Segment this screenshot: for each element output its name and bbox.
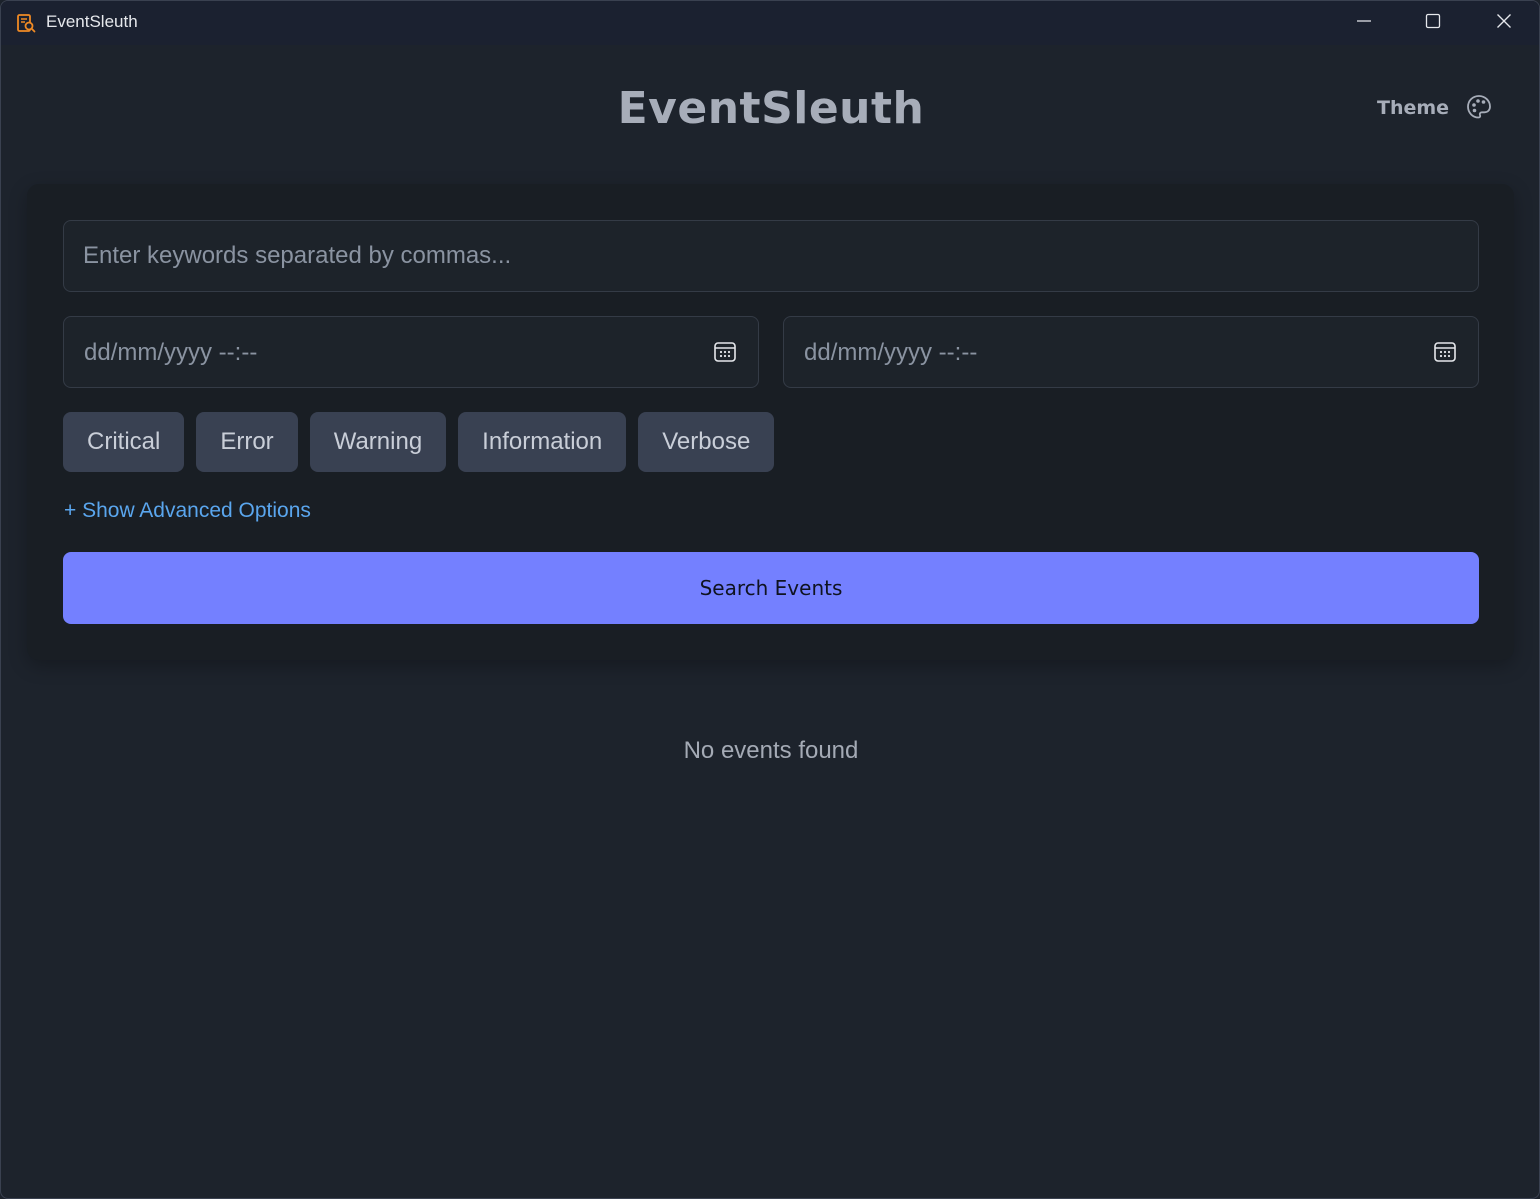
calendar-icon[interactable] bbox=[712, 339, 738, 365]
search-events-button[interactable]: Search Events bbox=[63, 552, 1479, 624]
maximize-button[interactable] bbox=[1398, 1, 1468, 45]
level-verbose-button[interactable]: Verbose bbox=[638, 412, 775, 472]
empty-results-message: No events found bbox=[683, 737, 859, 764]
level-filter-group: Critical Error Warning Information Verbo… bbox=[63, 412, 775, 472]
level-warning-button[interactable]: Warning bbox=[309, 412, 447, 472]
date-from-field[interactable]: dd/mm/yyyy --:-- bbox=[63, 316, 759, 388]
theme-toggle-button[interactable]: Theme bbox=[1371, 89, 1501, 127]
minimize-button[interactable] bbox=[1329, 1, 1399, 45]
level-information-button[interactable]: Information bbox=[458, 412, 627, 472]
date-to-placeholder: dd/mm/yyyy --:-- bbox=[804, 339, 978, 366]
title-bar[interactable]: EventSleuth bbox=[1, 1, 1539, 45]
maximize-icon bbox=[1425, 13, 1441, 33]
level-critical-button[interactable]: Critical bbox=[63, 412, 185, 472]
minimize-icon bbox=[1356, 13, 1372, 33]
theme-label: Theme bbox=[1377, 97, 1450, 119]
date-to-field[interactable]: dd/mm/yyyy --:-- bbox=[783, 316, 1479, 388]
app-logo-icon bbox=[16, 13, 36, 33]
palette-icon bbox=[1465, 93, 1493, 121]
app-window: EventSleuth EventSleuth Theme Enter keyw… bbox=[0, 0, 1540, 1199]
keywords-input[interactable] bbox=[63, 220, 1479, 292]
calendar-icon[interactable] bbox=[1432, 339, 1458, 365]
show-advanced-options-link[interactable]: + Show Advanced Options bbox=[64, 499, 311, 523]
date-from-placeholder: dd/mm/yyyy --:-- bbox=[84, 339, 258, 366]
level-error-button[interactable]: Error bbox=[196, 412, 298, 472]
search-card: dd/mm/yyyy --:-- dd/mm/yyyy --:-- bbox=[27, 184, 1514, 660]
close-button[interactable] bbox=[1469, 1, 1539, 45]
page-title: EventSleuth bbox=[617, 83, 925, 134]
close-icon bbox=[1496, 13, 1512, 33]
window-title: EventSleuth bbox=[46, 12, 138, 31]
